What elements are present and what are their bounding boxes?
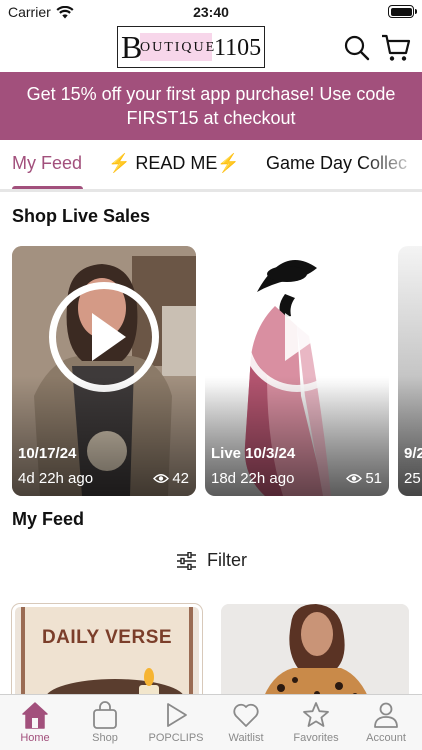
tab-my-feed[interactable]: My Feed	[12, 153, 83, 189]
live-time-ago: 25	[404, 470, 421, 487]
active-tab-indicator	[12, 186, 83, 189]
play-icon	[167, 703, 187, 727]
tabbar-label: Waitlist	[228, 732, 264, 744]
feed-post-card[interactable]	[221, 604, 409, 704]
post-image: DAILY VERSE	[21, 607, 193, 701]
live-date: Live 10/3/24	[211, 445, 296, 462]
search-icon	[344, 35, 370, 61]
status-bar: Carrier 23:40	[0, 0, 422, 24]
view-count: 51	[346, 470, 382, 487]
tabbar-popclips[interactable]: POPCLIPS	[141, 701, 211, 744]
tabs-fade-overlay	[362, 140, 422, 188]
live-time-ago: 18d 22h ago	[211, 470, 295, 487]
live-sales-title: Shop Live Sales	[12, 206, 151, 226]
logo-number: 1105	[214, 35, 262, 61]
post-image	[221, 604, 409, 704]
person-icon	[374, 702, 398, 728]
filter-button[interactable]: Filter	[176, 550, 247, 571]
heart-icon	[233, 703, 259, 727]
view-count-value: 51	[365, 470, 382, 487]
live-sale-card[interactable]: Live 10/3/24 18d 22h ago 51	[205, 246, 389, 496]
bottom-tab-bar: Home Shop POPCLIPS Waitlist Favorites Ac…	[0, 694, 422, 750]
view-count: 42	[153, 470, 189, 487]
tab-label: My Feed	[12, 153, 83, 173]
promo-banner[interactable]: Get 15% off your first app purchase! Use…	[0, 72, 422, 140]
live-sale-card[interactable]: 9/2 25	[398, 246, 422, 496]
promo-line-2: FIRST15 at checkout	[126, 108, 296, 128]
tab-label: ⚡ READ ME⚡	[108, 153, 240, 173]
boutique-logo[interactable]: B OUTIQUE 1105	[117, 26, 265, 68]
tabbar-shop[interactable]: Shop	[70, 701, 140, 744]
sliders-icon	[177, 551, 196, 570]
live-date: 10/17/24	[18, 445, 77, 462]
view-count-value: 42	[172, 470, 189, 487]
tabbar-label: Home	[20, 732, 50, 744]
app-header: B OUTIQUE 1105	[0, 24, 422, 72]
category-tabs: My Feed ⚡ READ ME⚡ Game Day Collec	[0, 140, 422, 192]
tabbar-account[interactable]: Account	[351, 701, 421, 744]
live-time-ago: 4d 22h ago	[18, 470, 94, 487]
tabbar-waitlist[interactable]: Waitlist	[211, 701, 281, 744]
clock: 23:40	[193, 4, 229, 20]
cart-button[interactable]	[381, 34, 411, 62]
eye-icon	[346, 474, 363, 483]
home-icon	[22, 702, 48, 729]
logo-word: OUTIQUE	[140, 40, 217, 55]
eye-icon	[153, 474, 170, 483]
tab-read-me[interactable]: ⚡ READ ME⚡	[108, 153, 240, 174]
battery-icon	[388, 5, 417, 18]
tabbar-label: Account	[366, 732, 406, 744]
my-feed-title: My Feed	[12, 509, 85, 529]
bag-icon	[93, 701, 117, 729]
live-date: 9/2	[404, 445, 422, 462]
tabbar-label: Favorites	[293, 732, 339, 744]
live-sale-card[interactable]: 10/17/24 4d 22h ago 42	[12, 246, 196, 496]
tabbar-home[interactable]: Home	[0, 701, 70, 744]
post-caption: DAILY VERSE	[41, 627, 173, 648]
search-button[interactable]	[343, 34, 371, 62]
promo-line-1: Get 15% off your first app purchase! Use…	[26, 84, 396, 104]
feed-post-card[interactable]: DAILY VERSE	[12, 604, 202, 704]
tabbar-label: Shop	[92, 732, 118, 744]
tabbar-label: POPCLIPS	[148, 732, 204, 744]
filter-label: Filter	[207, 550, 247, 570]
tabbar-favorites[interactable]: Favorites	[281, 701, 351, 744]
cart-icon	[382, 34, 411, 61]
star-icon	[303, 702, 329, 727]
